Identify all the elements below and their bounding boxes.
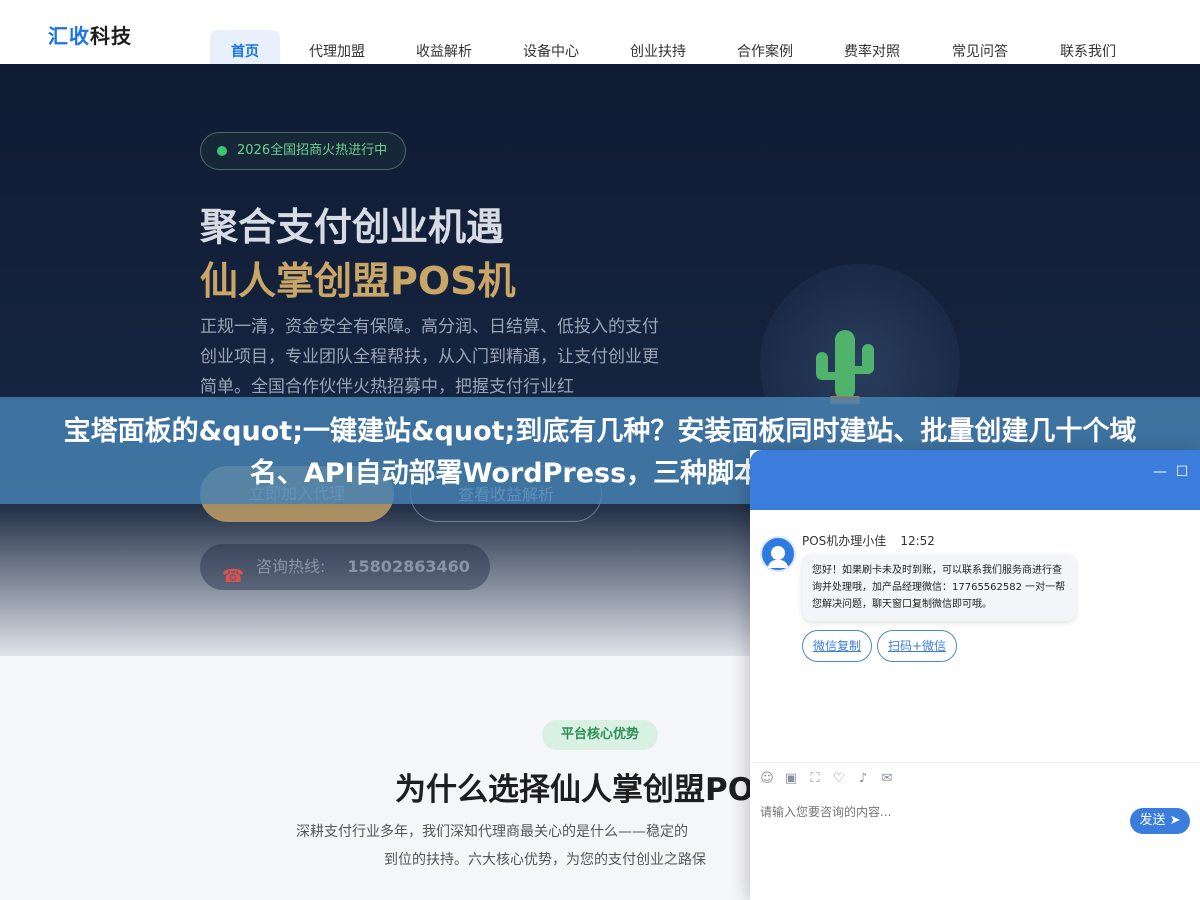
cactus-icon — [816, 330, 874, 404]
hero-title-line1: 聚合支付创业机遇 — [200, 205, 505, 249]
chat-divider — [750, 762, 1200, 763]
quick-reply-copy-wechat[interactable]: 微信复制 — [802, 630, 873, 662]
chat-sender-name: POS机办理小佳 — [802, 534, 887, 548]
section-tag: 平台核心优势 — [542, 720, 658, 750]
evaluate-icon[interactable]: ♡ — [830, 770, 848, 788]
voice-icon[interactable]: ♪ — [854, 770, 872, 788]
logo-text: 科技 — [90, 24, 132, 48]
phone-icon: ☎ — [222, 566, 245, 587]
send-arrow-icon: ➤ — [1169, 813, 1181, 828]
minimize-icon[interactable]: — — [1148, 460, 1172, 484]
hero-description: 正规一清，资金安全有保障。高分润、日结算、低投入的支付创业项目，专业团队全程帮扶… — [200, 317, 659, 397]
chat-header: — ☐ — [750, 450, 1200, 510]
agent-avatar — [760, 536, 796, 572]
section-desc-line2: 到位的扶持。六大核心优势，为您的支付创业之路保 — [384, 852, 706, 868]
maximize-icon[interactable]: ☐ — [1170, 460, 1194, 484]
chat-widget: — ☐ POS机办理小佳 12:52 您好！如果刷卡未及时到账，可以联系我们服务商… — [750, 450, 1200, 900]
recruiting-badge: 2026全国招商火热进行中 — [200, 132, 407, 170]
hotline-label: 咨询热线: — [256, 557, 326, 576]
screenshot-icon[interactable]: ⛶ — [806, 770, 824, 788]
send-button[interactable]: 发送 ➤ — [1130, 808, 1190, 834]
chat-input[interactable] — [760, 800, 1120, 824]
logo-accent-text: 汇收 — [48, 24, 90, 48]
hero-title-line2: 仙人掌创盟POS机 — [200, 259, 516, 303]
section-description: 深耕支付行业多年，我们深知代理商最关心的是什么——稳定的 到位的扶持。六大核心优… — [296, 818, 750, 874]
section-desc-line1: 深耕支付行业多年，我们深知代理商最关心的是什么——稳定的 — [296, 824, 688, 840]
quick-reply-scan-wechat[interactable]: 扫码+微信 — [877, 630, 958, 662]
site-logo[interactable]: 汇收科技 — [48, 20, 132, 49]
chat-timestamp: 12:52 — [900, 534, 935, 548]
emoji-icon[interactable]: ☺ — [758, 770, 776, 788]
image-icon[interactable]: ▣ — [782, 770, 800, 788]
section-title: 为什么选择仙人掌创盟POS — [395, 772, 755, 808]
chat-sender-line: POS机办理小佳 12:52 — [802, 532, 935, 549]
chat-message: 您好！如果刷卡未及时到账，可以联系我们服务商进行查询并处理哦，加产品经理微信：1… — [802, 554, 1076, 621]
chat-history-icon[interactable]: ✉ — [878, 770, 896, 788]
hotline[interactable]: ☎ 咨询热线: 15802863460 — [200, 544, 490, 590]
send-label: 发送 — [1139, 813, 1166, 828]
hotline-number: 15802863460 — [347, 557, 470, 576]
